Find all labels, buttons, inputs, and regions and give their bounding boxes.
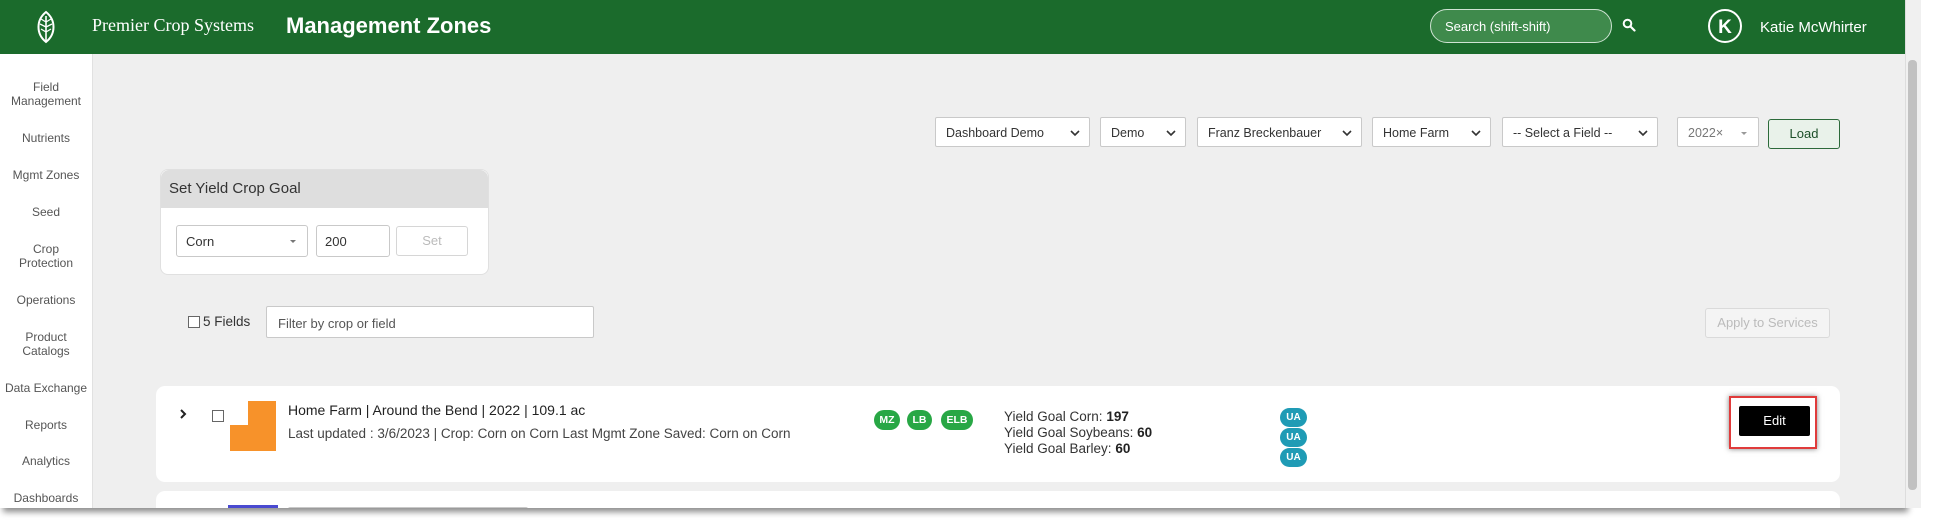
field-select[interactable]: -- Select a Field -- <box>1502 117 1658 147</box>
ua-tag: UA <box>1280 428 1307 447</box>
field-boundary-thumbnail <box>228 505 278 508</box>
yield-goal-card: Set Yield Crop Goal Corn 200 Set <box>160 169 489 275</box>
chevron-down-icon <box>1471 130 1481 137</box>
leaf-logo-icon[interactable] <box>30 10 62 44</box>
field-row: Home Farm | Around the Bend | 2022 | 109… <box>156 386 1840 482</box>
field-row-title[interactable]: Home Farm | Around the Bend | 2022 | 109… <box>288 402 585 418</box>
brand-name: Premier Crop Systems <box>92 15 254 35</box>
sidebar-item-seed[interactable]: Seed <box>0 205 92 219</box>
yield-goal-barley: Yield Goal Barley: 60 <box>1004 441 1131 456</box>
scrollbar-thumb[interactable] <box>1908 60 1917 490</box>
year-select[interactable]: 2022× <box>1677 117 1759 147</box>
sidebar-item-reports[interactable]: Reports <box>0 418 92 432</box>
sidebar-item-product-catalogs[interactable]: Product Catalogs <box>0 330 92 358</box>
badge-mz: MZ <box>874 410 900 430</box>
chevron-right-icon[interactable] <box>178 408 188 420</box>
chevron-down-icon <box>1342 130 1352 137</box>
yield-goal-soybeans: Yield Goal Soybeans: 60 <box>1004 425 1153 440</box>
field-row-title[interactable] <box>288 507 528 508</box>
yield-goal-title: Set Yield Crop Goal <box>169 180 301 197</box>
year-clear-icon[interactable]: × <box>1716 126 1723 140</box>
field-row-meta: Last updated : 3/6/2023 | Crop: Corn on … <box>288 426 791 441</box>
ua-tag: UA <box>1280 448 1307 467</box>
sidebar-item-analytics[interactable]: Analytics <box>0 454 92 468</box>
caret-down-icon <box>1741 132 1747 135</box>
chevron-down-icon <box>1638 130 1648 137</box>
sidebar-item-field-management[interactable]: Field Management <box>0 80 92 108</box>
yield-goal-input[interactable]: 200 <box>316 225 390 257</box>
ua-tag: UA <box>1280 408 1307 427</box>
sidebar-item-data-exchange[interactable]: Data Exchange <box>0 381 92 395</box>
sidebar-item-operations[interactable]: Operations <box>0 293 92 307</box>
chevron-down-icon <box>1070 130 1080 137</box>
load-button[interactable]: Load <box>1768 119 1840 149</box>
filter-input[interactable]: Filter by crop or field <box>266 306 594 338</box>
page-title: Management Zones <box>286 13 492 38</box>
select-all-checkbox[interactable] <box>188 316 200 328</box>
sidebar-item-dashboards[interactable]: Dashboards <box>0 491 92 505</box>
yield-goal-corn: Yield Goal Corn: 197 <box>1004 409 1129 424</box>
badge-elb: ELB <box>941 410 973 430</box>
top-bar: Premier Crop Systems Management Zones Se… <box>0 0 1905 54</box>
grower-select[interactable]: Franz Breckenbauer <box>1197 117 1362 147</box>
field-boundary-thumbnail <box>230 401 276 451</box>
crop-select[interactable]: Corn <box>176 225 308 257</box>
sidebar-nav: Field Management Nutrients Mgmt Zones Se… <box>0 54 93 508</box>
chevron-down-icon <box>1166 130 1176 137</box>
group-select[interactable]: Demo <box>1100 117 1186 147</box>
yield-goal-card-header: Set Yield Crop Goal <box>161 170 488 208</box>
dashboard-select[interactable]: Dashboard Demo <box>935 117 1090 147</box>
sidebar-item-crop-protection[interactable]: Crop Protection <box>0 242 92 270</box>
edit-button[interactable]: Edit <box>1739 406 1810 436</box>
row-checkbox[interactable] <box>212 410 224 422</box>
set-button[interactable]: Set <box>396 226 468 256</box>
search-icon[interactable] <box>1622 18 1636 32</box>
badge-lb: LB <box>907 410 932 430</box>
app-window: Premier Crop Systems Management Zones Se… <box>0 0 1905 508</box>
farm-select[interactable]: Home Farm <box>1372 117 1491 147</box>
sidebar-item-mgmt-zones[interactable]: Mgmt Zones <box>0 168 92 182</box>
apply-to-services-button[interactable]: Apply to Services <box>1705 308 1830 338</box>
fields-count-label: 5 Fields <box>203 314 251 329</box>
user-avatar[interactable]: K <box>1708 9 1742 43</box>
field-row <box>156 491 1840 508</box>
search-input[interactable]: Search (shift-shift) <box>1430 9 1612 43</box>
user-name[interactable]: Katie McWhirter <box>1760 19 1867 36</box>
sidebar-item-nutrients[interactable]: Nutrients <box>0 131 92 145</box>
caret-down-icon <box>290 240 296 243</box>
